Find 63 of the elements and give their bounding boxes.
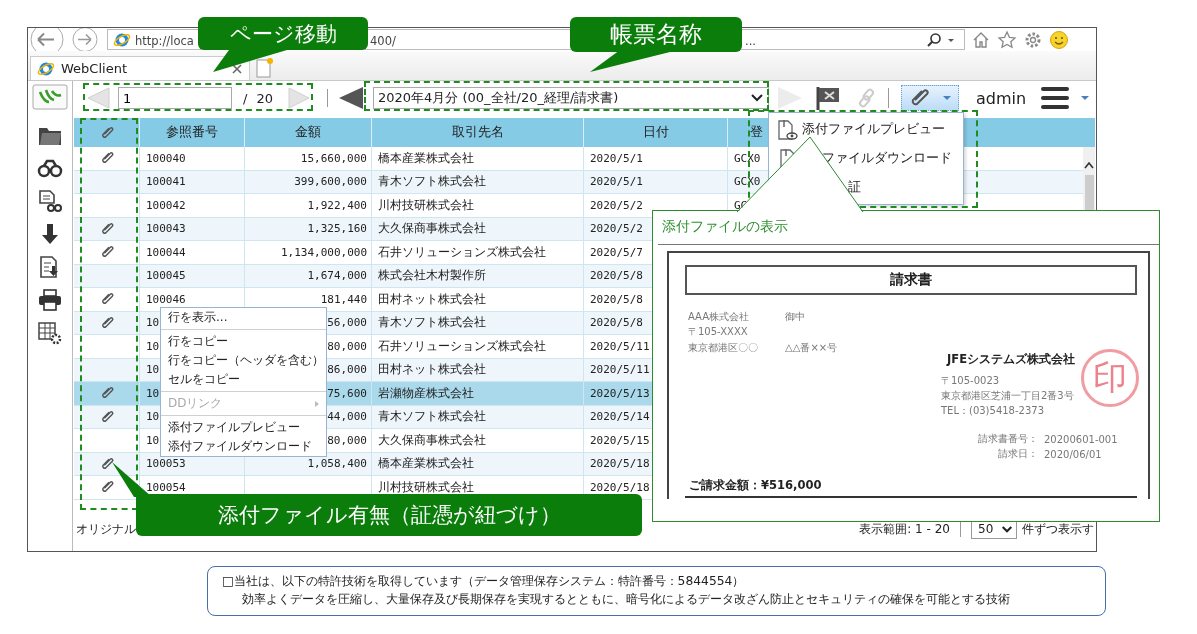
star-icon[interactable] — [997, 29, 1017, 50]
menu-icon[interactable] — [1040, 85, 1071, 111]
document-text: 請求書番号： — [977, 432, 1039, 446]
logo-icon[interactable] — [32, 84, 68, 110]
table-cell: 100042 — [140, 194, 245, 218]
chevron-down-icon — [749, 93, 764, 103]
document-text: 20200601-001 — [1044, 433, 1118, 445]
caret-icon — [942, 94, 953, 102]
callout: 添付ファイル有無（証憑が紐づけ） — [136, 494, 642, 536]
url-text: 400/ — [370, 34, 396, 48]
document-text: TEL：(03)5418-2373 — [941, 403, 1046, 418]
page-total: 20 — [256, 90, 273, 106]
table-cell: 100040 — [140, 147, 245, 171]
table-cell: 15,660,000 — [245, 147, 372, 171]
chevron-down-icon — [1001, 524, 1013, 534]
table-cell: 石井ソリューションズ株式会社 — [372, 241, 584, 265]
footer-label: オリジナル — [76, 521, 136, 537]
report-select[interactable]: 2020年4月分 (00_全社/20_経理/請求書) — [372, 87, 769, 109]
printer-icon[interactable] — [37, 288, 63, 312]
submenu-arrow-icon — [314, 400, 320, 408]
page-separator: / — [243, 90, 248, 106]
document-binoculars-icon[interactable] — [37, 189, 63, 213]
previous-page-icon[interactable] — [85, 86, 112, 110]
note-text: 効率よくデータを圧縮し、大量保存及び長期保存を実現するとともに、暗号化によるデータ改ざん防止とセキュリティの確保を可能とする技術 — [241, 591, 1011, 608]
back-icon[interactable] — [29, 28, 65, 51]
document-eye-icon — [775, 117, 799, 142]
next-page-icon[interactable] — [286, 86, 311, 110]
table-cell: 橋本産業株式会社 — [372, 147, 584, 171]
menu-item[interactable]: 添付ファイルプレビュー — [769, 115, 963, 144]
table-cell: 1,134,000,000 — [245, 241, 372, 265]
table-cell: 川村技研株式会社 — [372, 194, 584, 218]
document-text: 御中 — [785, 309, 805, 324]
table-gear-icon[interactable] — [37, 321, 63, 345]
table-cell: 2020/5/1 — [584, 147, 728, 171]
new-tab-icon[interactable] — [253, 57, 275, 79]
tab-title: WebClient — [61, 61, 128, 76]
document-text: 〒105-0023 — [941, 373, 1001, 388]
table-cell: 1,922,400 — [245, 194, 372, 218]
previous-report-icon[interactable] — [337, 86, 364, 110]
document-text: △△番××号 — [785, 340, 838, 355]
attachment-button[interactable] — [900, 85, 959, 111]
document-text: JFEシステムズ株式会社 — [947, 351, 1076, 366]
forward-icon[interactable] — [70, 28, 100, 51]
table-cell: 100044 — [140, 241, 245, 265]
smiley-icon[interactable] — [1049, 29, 1069, 50]
close-icon[interactable] — [231, 62, 243, 75]
url-text: http://loca — [135, 34, 194, 48]
url-text: ... — [745, 34, 756, 48]
scroll-up-icon[interactable] — [1084, 161, 1094, 169]
document-text: 東京都港区芝浦一丁目2番3号 — [941, 388, 1075, 403]
table-cell: 大久保商事株式会社 — [372, 429, 584, 453]
page-size-label: 件ずつ表示す — [1022, 520, 1094, 538]
search-icon[interactable] — [926, 31, 942, 48]
display-range: 表示範囲: 1 - 20 — [859, 520, 950, 538]
table-cell: 岩瀬物産株式会社 — [372, 382, 584, 406]
seal-stamp: 印 — [1081, 349, 1139, 407]
user-name: admin — [975, 88, 1027, 108]
note-text: □当社は、以下の特許技術を取得しています（データ管理保存システム：特許番号：5844554） — [222, 573, 746, 590]
document-title: 請求書 — [685, 265, 1137, 295]
page-input[interactable]: 1 — [118, 87, 232, 109]
table-cell: 田村ネット株式会社 — [372, 288, 584, 312]
table-cell: 石井ソリューションズ株式会社 — [372, 335, 584, 359]
caret-icon[interactable] — [1080, 94, 1091, 102]
